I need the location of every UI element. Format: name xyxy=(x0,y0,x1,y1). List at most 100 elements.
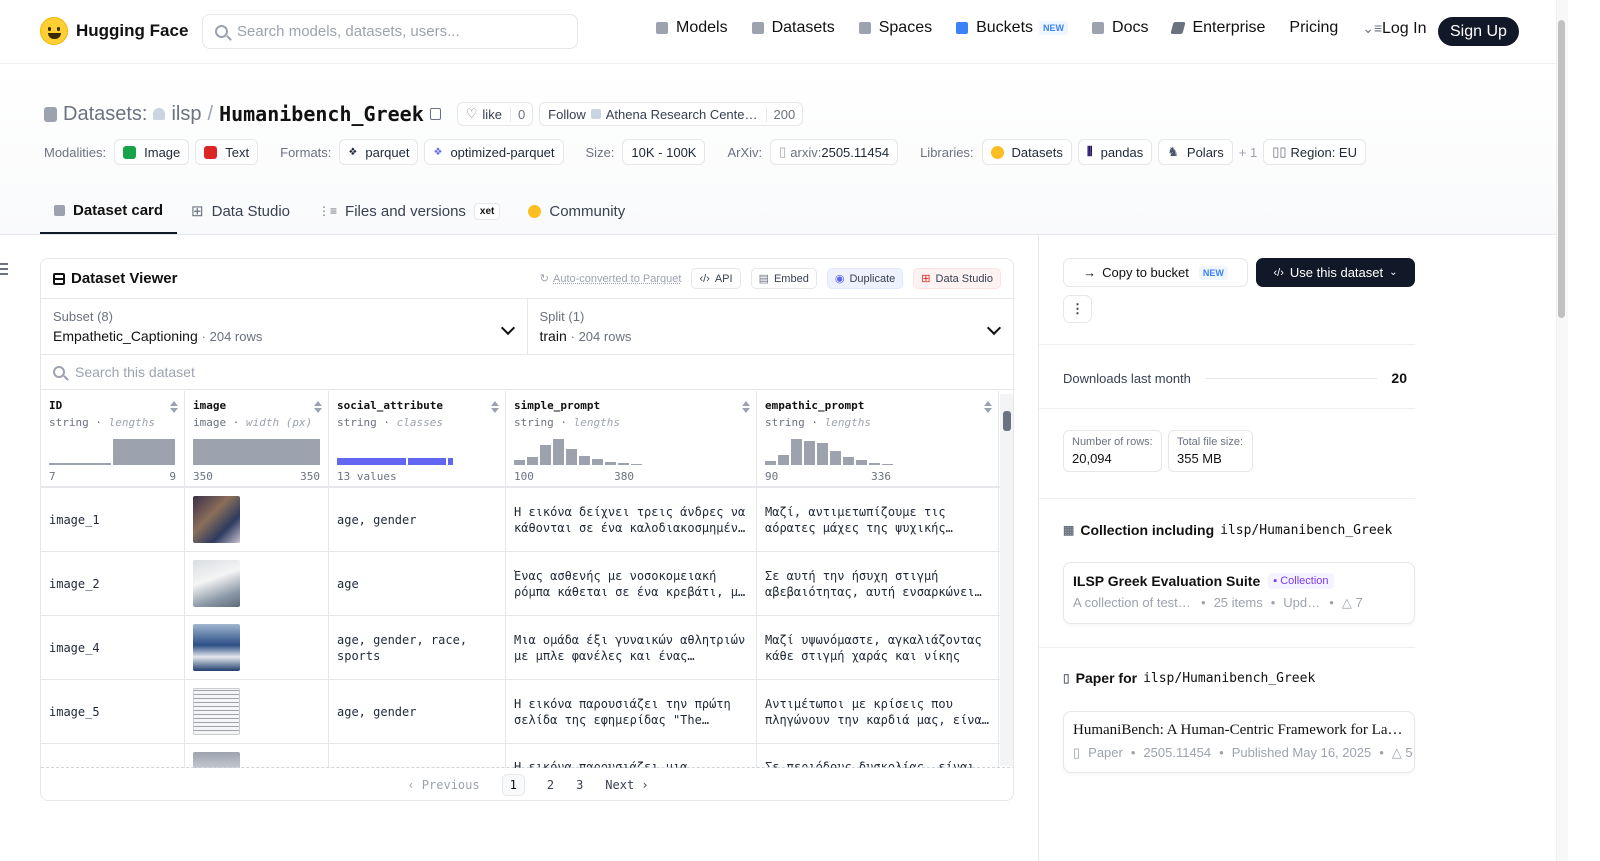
nav-docs[interactable]: Docs xyxy=(1092,19,1148,37)
sort-icon[interactable] xyxy=(491,401,499,413)
image-thumbnail[interactable] xyxy=(193,560,240,607)
table-row[interactable]: image_1 age, gender Η εικόνα δείχνει τρε… xyxy=(41,488,1001,552)
column-header-id[interactable]: ID string · lengths 79 xyxy=(41,391,185,487)
more-menu-icon: ⌄≡ xyxy=(1362,19,1383,36)
column-header-image[interactable]: image image · width (px) 350 350 xyxy=(185,391,329,487)
page-3[interactable]: 3 xyxy=(576,778,583,792)
image-thumbnail[interactable] xyxy=(193,688,240,735)
tag-size[interactable]: 10K - 100K xyxy=(622,139,706,165)
collection-card[interactable]: ILSP Greek Evaluation Suite ▪ Collection … xyxy=(1063,562,1415,624)
split-value: train xyxy=(539,328,567,344)
range-min: 7 xyxy=(49,470,56,483)
classes-bar[interactable] xyxy=(337,439,453,465)
nav-spaces[interactable]: Spaces xyxy=(858,19,932,37)
follow-button[interactable]: Follow Athena Research Cente… 200 xyxy=(539,102,804,126)
api-button[interactable]: ‹/› API xyxy=(691,268,741,289)
database-icon xyxy=(44,106,57,122)
dataset-name[interactable]: Humanibench_Greek xyxy=(219,102,424,126)
auto-converted-link[interactable]: Auto-converted to Parquet xyxy=(553,273,681,285)
table-row[interactable]: Η εικόνα παρουσιάζει μια Σε περιόδους δυ… xyxy=(41,744,1001,768)
global-search-input[interactable]: Search models, datasets, users... xyxy=(202,14,578,49)
subset-select[interactable]: Subset (8) Empathetic_Captioning · 204 r… xyxy=(41,299,527,354)
embed-button[interactable]: ▤ Embed xyxy=(750,268,817,289)
downloads-label: Downloads last month xyxy=(1063,370,1191,386)
table-scrollbar-thumb[interactable] xyxy=(1003,411,1011,431)
collection-icon: ▦ xyxy=(1063,523,1075,537)
nav-enterprise-label: Enterprise xyxy=(1192,19,1266,36)
sort-icon[interactable] xyxy=(170,401,178,413)
page-2[interactable]: 2 xyxy=(547,778,554,792)
optimized-parquet-icon: ❖ xyxy=(433,146,443,158)
sort-icon[interactable] xyxy=(742,401,750,413)
paper-card[interactable]: HumaniBench: A Human-Centric Framework f… xyxy=(1063,711,1415,773)
tag-lib-datasets[interactable]: Datasets xyxy=(981,139,1072,165)
image-thumbnail[interactable] xyxy=(193,752,240,768)
tag-text[interactable]: Text xyxy=(195,139,259,165)
tag-image[interactable]: Image xyxy=(114,139,190,165)
nav-pricing[interactable]: Pricing xyxy=(1289,19,1338,37)
table-icon xyxy=(53,272,65,285)
collection-title: ILSP Greek Evaluation Suite xyxy=(1073,573,1261,589)
table-scrollbar-track[interactable] xyxy=(1000,394,1013,766)
duplicate-button[interactable]: ◉ Duplicate xyxy=(826,268,904,289)
copy-to-bucket-button[interactable]: → Copy to bucket NEW xyxy=(1063,258,1248,287)
page-1[interactable]: 1 xyxy=(501,773,525,796)
dataset-search-input[interactable]: Search this dataset xyxy=(41,355,1013,390)
image-thumbnail[interactable] xyxy=(193,624,240,671)
toc-toggle-icon[interactable] xyxy=(0,263,8,275)
cell-simple-prompt: Ένας ασθενής με νοσοκομειακή ρόμπα κάθετ… xyxy=(514,568,746,599)
nav-enterprise[interactable]: Enterprise xyxy=(1170,19,1266,37)
tab-files-and-versions[interactable]: ⋮≡ Files and versions xet xyxy=(304,188,514,234)
owner-link[interactable]: ilsp xyxy=(171,103,201,126)
nav-datasets[interactable]: Datasets xyxy=(751,19,835,37)
libraries-more[interactable]: + 1 xyxy=(1239,145,1257,160)
column-header-social-attribute[interactable]: social_attribute string · classes 13 val… xyxy=(329,391,506,487)
column-header-simple-prompt[interactable]: simple_prompt string · lengths 100 380 xyxy=(506,391,757,487)
sort-icon[interactable] xyxy=(314,401,322,413)
image-thumbnail[interactable] xyxy=(193,496,240,543)
tab-community[interactable]: Community xyxy=(514,188,639,234)
collection-description: A collection of test sets for evaluating xyxy=(1073,595,1193,610)
sort-icon[interactable] xyxy=(984,401,992,413)
tag-parquet[interactable]: ❖ parquet xyxy=(339,139,419,165)
data-studio-button[interactable]: ⊞ Data Studio xyxy=(913,268,1001,289)
tab-data-studio[interactable]: ⊞ Data Studio xyxy=(177,188,304,234)
cell-simple-prompt: Η εικόνα παρουσιάζει μια xyxy=(506,744,757,768)
hf-logo[interactable]: Hugging Face xyxy=(40,17,188,45)
column-header-empathic-prompt[interactable]: empathic_prompt string · lengths 90 336 xyxy=(757,391,999,487)
tag-region[interactable]: ▯▯ Region: EU xyxy=(1263,139,1366,165)
like-button[interactable]: ♡ like 0 xyxy=(456,102,534,126)
nav-models[interactable]: Models xyxy=(656,19,728,37)
page-scrollbar-thumb[interactable] xyxy=(1558,20,1565,318)
histogram[interactable] xyxy=(765,439,893,465)
size-label: Size: xyxy=(585,144,615,160)
table-row[interactable]: image_2 age Ένας ασθενής με νοσοκομειακή… xyxy=(41,552,1001,616)
tab-dataset-card[interactable]: Dataset card xyxy=(40,188,178,234)
search-placeholder: Search models, datasets, users... xyxy=(237,23,460,40)
split-select[interactable]: Split (1) train · 204 rows xyxy=(526,299,1014,354)
tag-lib-polars[interactable]: ♞ Polars xyxy=(1158,139,1233,165)
histogram[interactable] xyxy=(193,439,320,465)
more-options-button[interactable]: ⋮ xyxy=(1063,295,1092,323)
paper-type: Paper xyxy=(1088,745,1123,760)
copy-icon[interactable] xyxy=(429,108,441,120)
nav-more-menu[interactable]: ⌄≡ xyxy=(1362,20,1382,37)
tag-arxiv[interactable]: ▯ arxiv: 2505.11454 xyxy=(770,139,899,165)
split-rows: 204 rows xyxy=(578,329,632,344)
use-this-dataset-button[interactable]: ‹/› Use this dataset ⌄ xyxy=(1256,258,1415,287)
signup-button[interactable]: Sign Up xyxy=(1438,17,1519,46)
arrow-right-icon: → xyxy=(1083,265,1097,280)
next-page-button[interactable]: Next › xyxy=(605,778,648,792)
login-link[interactable]: Log In xyxy=(1382,20,1426,38)
table-row[interactable]: image_4 age, gender, race, sports Μια ομ… xyxy=(41,616,1001,680)
tab-dataset-card-label: Dataset card xyxy=(73,201,164,219)
tag-lib-pandas[interactable]: ⦀ pandas xyxy=(1077,139,1153,165)
histogram[interactable] xyxy=(514,439,642,465)
histogram[interactable] xyxy=(49,439,175,465)
parquet-icon: ❖ xyxy=(348,146,358,158)
table-row[interactable]: image_5 age, gender Η εικόνα παρουσιάζει… xyxy=(41,680,1001,744)
nav-buckets[interactable]: Buckets NEW xyxy=(956,19,1069,37)
tag-optimized-parquet[interactable]: ❖ optimized-parquet xyxy=(424,139,564,165)
previous-page-button[interactable]: ‹ Previous xyxy=(407,778,479,792)
datasets-link[interactable]: Datasets: xyxy=(63,103,147,126)
